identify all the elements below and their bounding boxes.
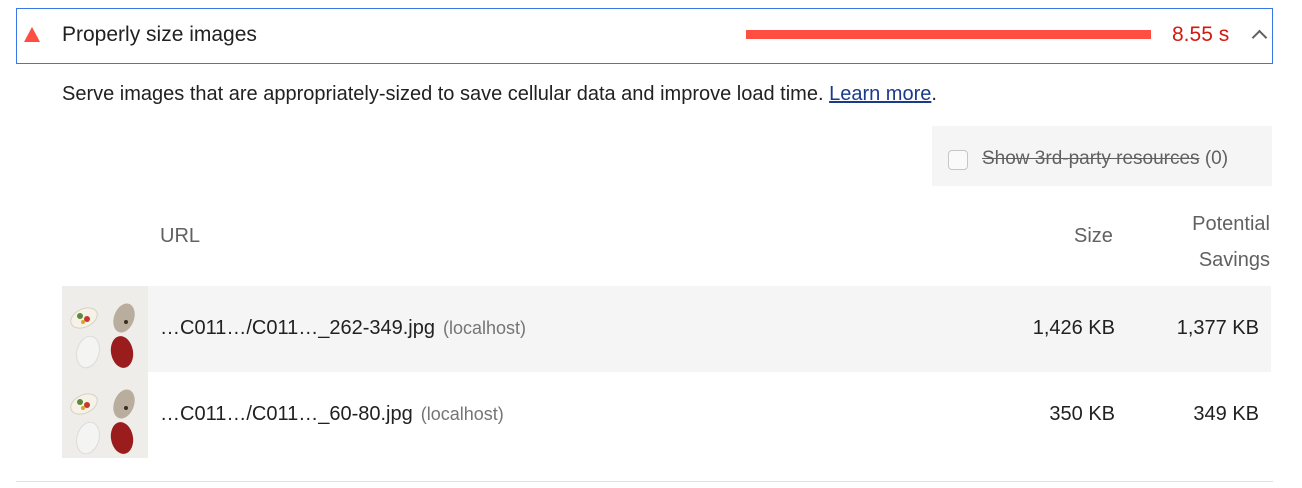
savings-bar xyxy=(746,30,1151,39)
image-thumbnail xyxy=(62,372,148,458)
third-party-label-text: Show 3rd-party resources xyxy=(982,148,1200,169)
table-row: …C011…/C011…_60-80.jpg (localhost) 350 KB… xyxy=(62,372,1271,458)
chevron-up-icon[interactable] xyxy=(1251,29,1268,46)
resource-url-text: …C011…/C011…_60-80.jpg xyxy=(160,403,413,425)
resource-size: 350 KB xyxy=(1049,403,1115,425)
resource-url[interactable]: …C011…/C011…_262-349.jpg (localhost) xyxy=(160,317,526,340)
resource-url[interactable]: …C011…/C011…_60-80.jpg (localhost) xyxy=(160,403,504,426)
audit-title: Properly size images xyxy=(62,23,257,46)
third-party-count: (0) xyxy=(1204,148,1229,169)
audit-header[interactable]: Properly size images 8.55 s xyxy=(16,8,1273,64)
resource-host: (localhost) xyxy=(420,404,504,424)
resource-size: 1,426 KB xyxy=(1032,317,1115,339)
learn-more-link[interactable]: Learn more xyxy=(829,83,931,105)
warning-triangle-icon xyxy=(24,27,40,42)
table-row: …C011…/C011…_262-349.jpg (localhost) 1,42… xyxy=(62,286,1271,372)
column-header-savings-line1: Potential xyxy=(1192,213,1270,235)
third-party-label[interactable]: Show 3rd-party resources (0) xyxy=(982,148,1228,170)
third-party-checkbox[interactable] xyxy=(948,150,968,170)
column-header-savings: Potential Savings xyxy=(1150,206,1270,278)
resource-url-text: …C011…/C011…_262-349.jpg xyxy=(160,317,435,339)
divider xyxy=(16,481,1273,482)
resource-savings: 349 KB xyxy=(1193,403,1259,425)
third-party-filter: Show 3rd-party resources (0) xyxy=(932,126,1272,186)
column-header-url: URL xyxy=(160,225,201,247)
image-thumbnail xyxy=(62,286,148,372)
description-text: Serve images that are appropriately-size… xyxy=(62,83,824,105)
audit-description: Serve images that are appropriately-size… xyxy=(62,83,937,106)
resource-host: (localhost) xyxy=(442,318,527,338)
column-header-savings-line2: Savings xyxy=(1198,249,1270,271)
column-header-size: Size xyxy=(1074,225,1113,247)
description-period: . xyxy=(931,83,937,105)
resource-savings: 1,377 KB xyxy=(1176,317,1259,339)
savings-value: 8.55 s xyxy=(1172,23,1230,46)
